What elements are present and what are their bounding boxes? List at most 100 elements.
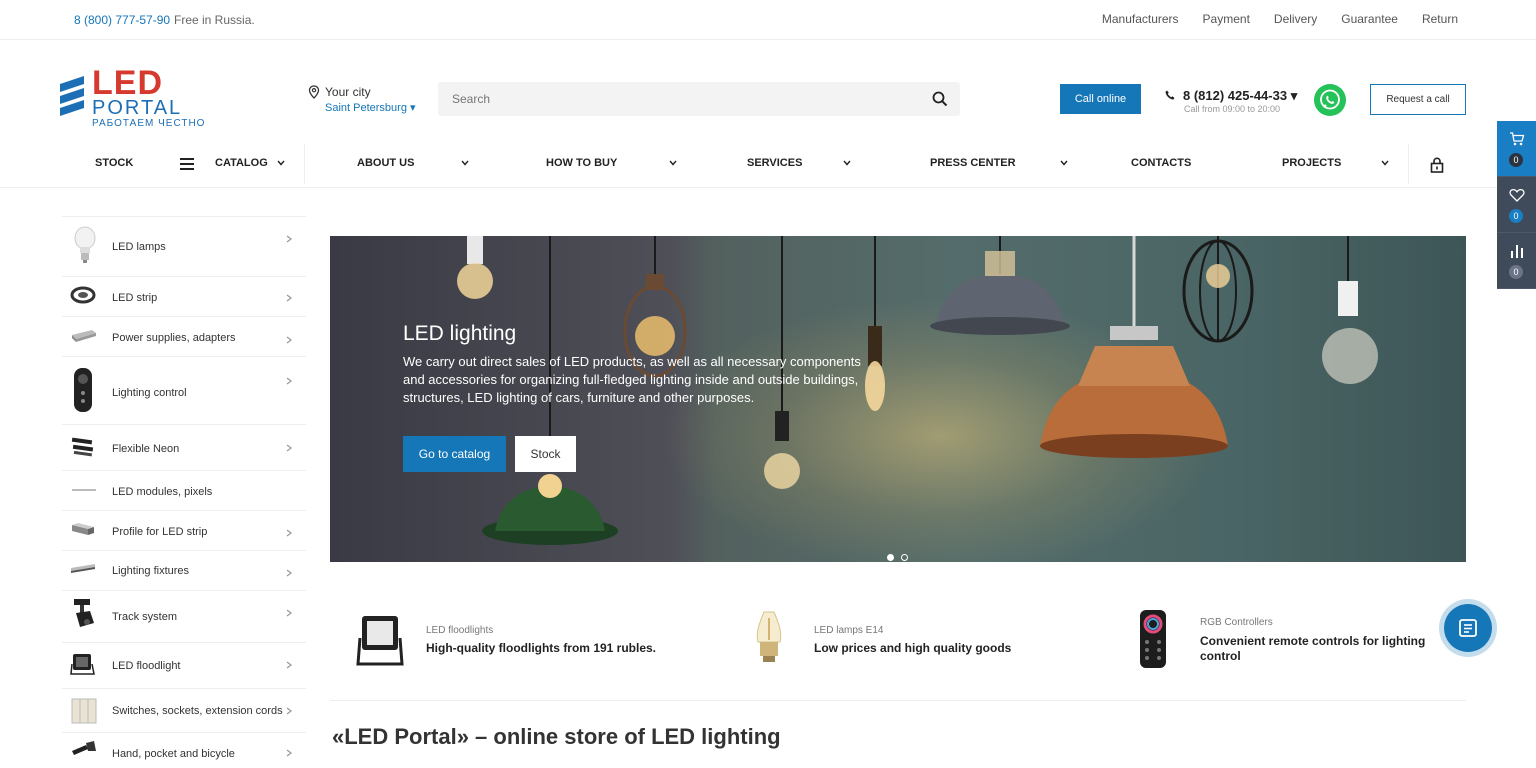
logo-stripes-icon	[60, 76, 84, 116]
catalog-item-label: Lighting fixtures	[112, 565, 190, 577]
top-link-return[interactable]: Return	[1422, 12, 1458, 26]
catalog-item-led-lamps[interactable]: LED lamps	[62, 217, 306, 277]
nav-catalog[interactable]: CATALOG	[215, 157, 268, 169]
catalog-item-label: Switches, sockets, extension cords	[112, 705, 283, 717]
cart-count: 0	[1509, 153, 1523, 167]
compare-chart-icon	[1511, 245, 1523, 258]
catalog-item-label: Flexible Neon	[112, 443, 180, 455]
slider-dot-1[interactable]	[887, 554, 894, 561]
site-logo[interactable]: LED PORTAL РАБОТАЕМ ЧЕСТНО	[56, 66, 206, 130]
catalog-item-lighting-control[interactable]: Lighting control	[62, 357, 306, 425]
slider-dot-2[interactable]	[901, 554, 908, 561]
promo-title: High-quality floodlights from 191 rubles…	[426, 641, 657, 655]
flexible-neon-icon	[71, 437, 94, 457]
remote-control-icon	[74, 368, 92, 412]
hero-description: We carry out direct sales of LED product…	[403, 354, 861, 405]
compare-button[interactable]: 0	[1497, 233, 1536, 289]
top-bar: 8 (800) 777-57-90 Free in Russia. Manufa…	[0, 0, 1536, 40]
catalog-item-track-system[interactable]: Track system	[62, 591, 306, 643]
lock-icon[interactable]	[1430, 157, 1444, 173]
whatsapp-icon	[1320, 89, 1340, 110]
catalog-item-label: Profile for LED strip	[112, 526, 208, 538]
chevron-right-icon	[286, 749, 292, 757]
nav-press-center[interactable]: PRESS CENTER	[930, 157, 1016, 169]
main-nav: STOCK CATALOG ABOUT US HOW TO BUY SERVIC…	[0, 140, 1500, 188]
stock-button[interactable]: Stock	[515, 436, 576, 472]
promo-category: LED lamps E14	[814, 625, 884, 636]
chevron-down-icon[interactable]	[1381, 160, 1389, 166]
catalog-item-flashlights[interactable]: Hand, pocket and bicycle	[62, 733, 306, 768]
catalog-item-led-modules[interactable]: LED modules, pixels	[62, 471, 306, 511]
chevron-down-icon[interactable]	[669, 160, 677, 166]
nav-contacts[interactable]: CONTACTS	[1131, 157, 1191, 169]
promo-category: RGB Controllers	[1200, 617, 1273, 628]
chat-widget-button[interactable]	[1444, 604, 1492, 652]
catalog-item-label: Hand, pocket and bicycle	[112, 748, 235, 760]
location-pin-icon	[308, 85, 320, 99]
catalog-item-switches-sockets[interactable]: Switches, sockets, extension cords	[62, 689, 306, 733]
hero-banner: LED lighting We carry out direct sales o…	[330, 236, 1466, 562]
aluminum-profile-icon	[72, 523, 94, 535]
catalog-sidebar: LED lamps LED strip Power supplies, adap…	[62, 216, 306, 768]
request-call-button[interactable]: Request a call	[1370, 84, 1466, 115]
catalog-item-label: LED strip	[112, 292, 158, 304]
chevron-down-icon[interactable]	[277, 160, 285, 166]
nav-how-to-buy[interactable]: HOW TO BUY	[546, 157, 617, 169]
top-link-delivery[interactable]: Delivery	[1274, 12, 1317, 26]
promo-category: LED floodlights	[426, 625, 494, 636]
top-phone-link[interactable]: 8 (800) 777-57-90	[74, 13, 170, 27]
nav-stock[interactable]: STOCK	[95, 157, 133, 169]
catalog-item-label: LED modules, pixels	[112, 486, 213, 498]
favorites-button[interactable]: 0	[1497, 177, 1536, 233]
catalog-item-led-floodlight[interactable]: LED floodlight	[62, 643, 306, 689]
floating-side-panel: 0 0 0	[1497, 121, 1536, 289]
promo-title: Low prices and high quality goods	[814, 641, 1012, 655]
call-online-button[interactable]: Call online	[1060, 84, 1141, 114]
top-link-manufacturers[interactable]: Manufacturers	[1102, 12, 1179, 26]
catalog-item-led-profile[interactable]: Profile for LED strip	[62, 511, 306, 551]
go-to-catalog-button[interactable]: Go to catalog	[403, 436, 506, 472]
chevron-right-icon	[286, 569, 292, 577]
chevron-right-icon	[286, 444, 292, 452]
nav-services[interactable]: SERVICES	[747, 157, 802, 169]
chevron-right-icon	[286, 661, 292, 669]
chevron-right-icon	[286, 707, 292, 715]
header-phone-number: 8 (812) 425-44-33 ▾	[1183, 88, 1298, 103]
logo-slogan: РАБОТАЕМ ЧЕСТНО	[92, 118, 206, 129]
chevron-right-icon	[286, 294, 292, 302]
compare-count: 0	[1509, 265, 1523, 279]
chevron-down-icon[interactable]	[461, 160, 469, 166]
top-link-guarantee[interactable]: Guarantee	[1341, 12, 1398, 26]
search-input[interactable]	[438, 82, 918, 116]
top-link-payment[interactable]: Payment	[1203, 12, 1250, 26]
catalog-item-led-strip[interactable]: LED strip	[62, 277, 306, 317]
header-phone-text: 8 (812) 425-44-33	[1183, 88, 1288, 103]
search-icon[interactable]	[932, 91, 948, 107]
chevron-down-icon[interactable]	[843, 160, 851, 166]
city-name: Saint Petersburg	[325, 102, 407, 114]
favorites-count: 0	[1509, 209, 1523, 223]
catalog-item-label: Track system	[112, 611, 177, 623]
menu-burger-icon[interactable]	[180, 158, 194, 170]
led-strip-icon	[70, 286, 96, 304]
city-label: Your city	[325, 85, 371, 99]
phone-icon	[1165, 90, 1175, 100]
nav-projects[interactable]: PROJECTS	[1282, 157, 1341, 169]
chevron-down-icon[interactable]	[1060, 160, 1068, 166]
chevron-right-icon	[286, 377, 292, 385]
nav-about-us[interactable]: ABOUT US	[357, 157, 414, 169]
catalog-item-lighting-fixtures[interactable]: Lighting fixtures	[62, 551, 306, 591]
power-supply-icon	[72, 330, 96, 342]
chevron-right-icon	[286, 336, 292, 344]
cart-button[interactable]: 0	[1497, 121, 1536, 177]
catalog-item-flexible-neon[interactable]: Flexible Neon	[62, 425, 306, 471]
chevron-right-icon	[286, 529, 292, 537]
catalog-item-label: LED lamps	[112, 241, 166, 253]
whatsapp-button[interactable]	[1314, 84, 1346, 116]
top-links: Manufacturers Payment Delivery Guarantee…	[1102, 12, 1458, 26]
catalog-item-power-supplies[interactable]: Power supplies, adapters	[62, 317, 306, 357]
candle-bulb-icon	[756, 611, 782, 662]
hero-title: LED lighting	[403, 322, 517, 345]
led-lamp-icon	[74, 226, 96, 263]
lighting-fixture-icon	[71, 564, 95, 573]
